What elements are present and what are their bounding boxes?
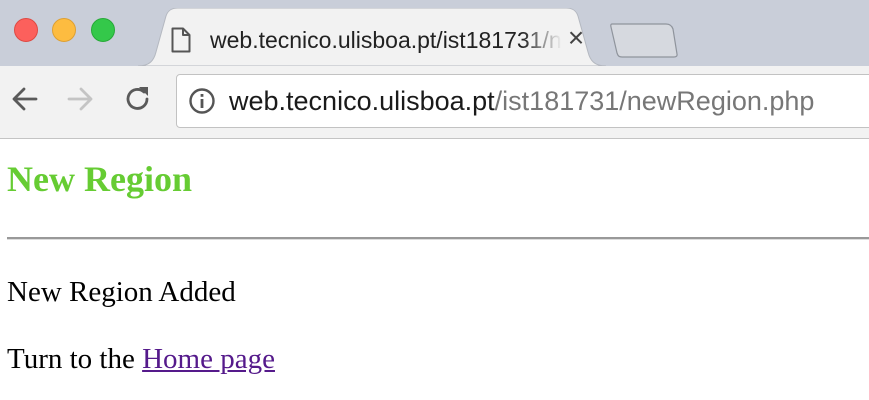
url-host: web.tecnico.ulisboa.pt (229, 86, 495, 116)
window-minimize-button[interactable] (52, 18, 76, 42)
home-page-link[interactable]: Home page (142, 343, 275, 375)
new-tab-button[interactable] (610, 22, 680, 58)
url-text[interactable]: web.tecnico.ulisboa.pt/ist181731/newRegi… (229, 84, 814, 118)
browser-tab-active[interactable]: web.tecnico.ulisboa.pt/ist181731/newRegi… (138, 8, 606, 66)
reload-icon (122, 83, 154, 120)
arrow-left-icon (10, 84, 40, 119)
info-circle-icon[interactable] (188, 87, 216, 115)
status-message: New Region Added (7, 276, 236, 308)
tab-title: web.tecnico.ulisboa.pt/ist181731/newRegi… (210, 25, 562, 55)
back-button[interactable] (7, 83, 43, 119)
address-bar[interactable]: web.tecnico.ulisboa.pt/ist181731/newRegi… (176, 74, 869, 128)
document-icon (171, 27, 191, 53)
page-title: New Region (7, 159, 192, 199)
home-prompt: Turn to the Home page (7, 342, 275, 376)
page-content: New Region New Region Added Turn to the … (0, 139, 869, 400)
horizontal-rule (7, 237, 869, 240)
arrow-right-icon (65, 84, 95, 119)
tab-strip: web.tecnico.ulisboa.pt/ist181731/newRegi… (0, 0, 869, 66)
window-zoom-button[interactable] (91, 18, 115, 42)
reload-button[interactable] (120, 83, 156, 119)
tab-close-icon[interactable]: × (562, 22, 590, 54)
window-close-button[interactable] (14, 18, 38, 42)
forward-button[interactable] (62, 83, 98, 119)
home-prompt-text: Turn to the (7, 343, 143, 375)
url-path: /ist181731/newRegion.php (494, 86, 815, 116)
browser-toolbar: web.tecnico.ulisboa.pt/ist181731/newRegi… (0, 66, 869, 139)
